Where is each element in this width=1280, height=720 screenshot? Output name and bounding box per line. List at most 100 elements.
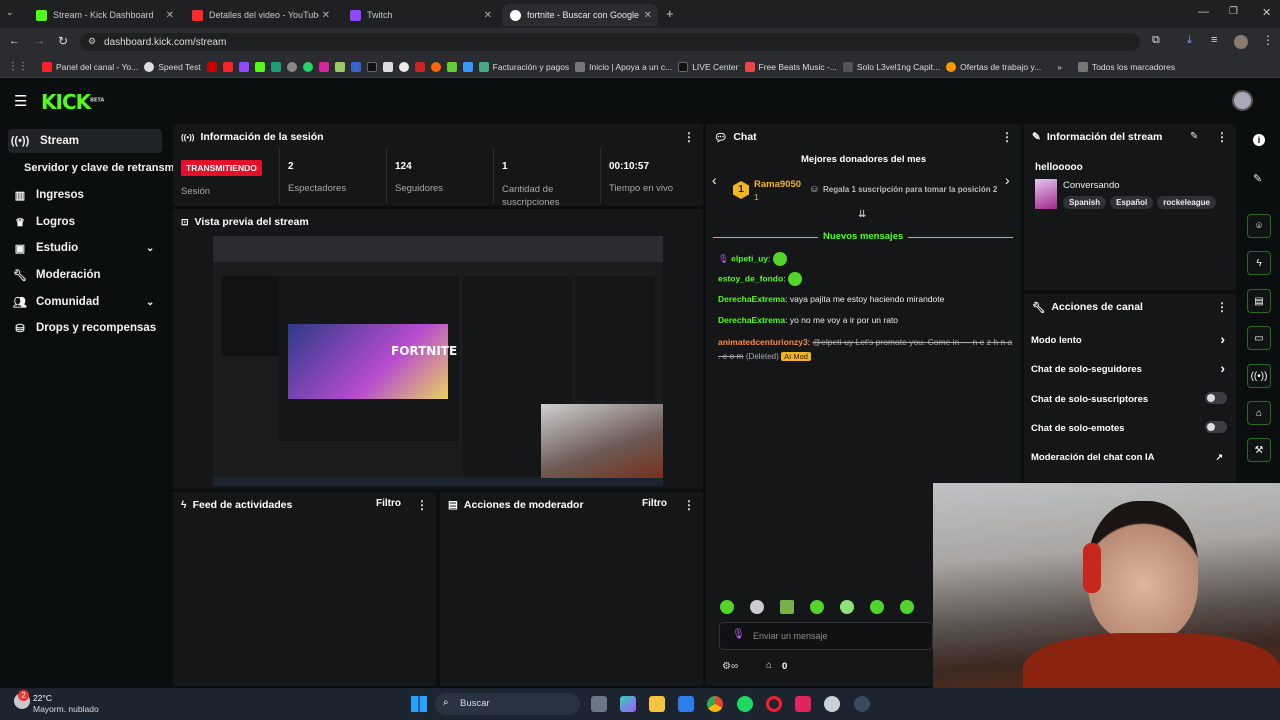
steam-icon[interactable] [824,696,840,712]
more-options-icon[interactable]: ⋮ [683,498,695,512]
notes-button[interactable]: ▤ [1247,289,1271,313]
emote-icon[interactable] [900,600,914,614]
pencil-icon[interactable]: ✎ [1253,172,1262,185]
emotes-only-toggle[interactable] [1205,421,1227,433]
bookmark-item[interactable]: Ofertas de trabajo y... [946,61,1041,72]
close-icon[interactable]: ✕ [644,10,652,21]
app-icon[interactable] [795,696,811,712]
store-icon[interactable] [678,696,694,712]
back-icon[interactable]: ← [9,35,20,47]
tab-search-icon[interactable]: ⌄ [6,7,20,21]
spotify-icon[interactable] [737,696,753,712]
bookmark-icon[interactable] [398,61,409,72]
bookmark-item[interactable]: Free Beats Music -... [744,61,837,72]
more-options-icon[interactable]: ⋮ [1001,130,1013,144]
followers-only-row[interactable]: Chat de solo-seguidores › [1031,360,1227,376]
close-icon[interactable]: ✕ [484,10,492,21]
chevron-down-icon[interactable]: ⌄ [146,297,154,308]
category-name[interactable]: Conversando [1063,180,1120,191]
stream-preview-video[interactable]: FORTNITE [213,236,663,486]
bookmark-icon[interactable] [206,61,217,72]
url-bar[interactable]: ⚙ dashboard.kick.com/stream [80,33,1140,51]
close-window-button[interactable]: ✕ [1262,6,1271,19]
sidebar-item-server-key[interactable]: Servidor y clave de retransm [18,156,178,180]
download-icon[interactable]: ⤓ [1187,34,1192,47]
bookmark-icon[interactable] [350,61,361,72]
more-options-icon[interactable]: ⋮ [416,498,428,512]
whatsapp-icon[interactable] [302,61,313,72]
tag[interactable]: Spanish [1063,196,1107,209]
instagram-icon[interactable] [318,61,329,72]
more-options-icon[interactable]: ⋮ [1216,130,1228,144]
lightning-button[interactable]: ϟ [1247,251,1271,275]
user-avatar[interactable] [1232,90,1253,111]
edit-icon[interactable]: ✎ [1190,131,1198,142]
tab-twitch[interactable]: Twitch ✕ [342,4,498,26]
donor-name[interactable]: Rama9050 [754,179,801,190]
tiktok-icon[interactable] [366,61,377,72]
filter-button[interactable]: Filtro [376,498,401,509]
store-button[interactable]: ⌂ [1247,401,1271,425]
bookmark-item[interactable]: Solo L3vel1ng Capit... [842,61,940,72]
bookmark-icon[interactable] [414,61,425,72]
file-explorer-icon[interactable] [649,696,665,712]
sidebar-item-comunidad[interactable]: 👥︎ Comunidad ⌄ [8,290,162,314]
apps-icon[interactable]: ⋮⋮ [8,61,28,72]
copilot-icon[interactable] [620,696,636,712]
close-icon[interactable]: ✕ [322,10,330,21]
all-bookmarks[interactable]: Todos los marcadores [1077,61,1175,72]
subscribers-only-toggle[interactable] [1205,392,1227,404]
broadcast-button[interactable]: ((•)) [1247,364,1271,388]
bookmark-item[interactable]: Speed Test [144,61,201,72]
twitch-icon[interactable] [238,61,249,72]
youtube-icon[interactable] [222,61,233,72]
media-icon[interactable]: ≡ [1211,34,1217,46]
kick-logo[interactable]: KICKBETA [41,90,104,114]
bookmark-icon[interactable] [446,61,457,72]
bookmark-icon[interactable] [286,61,297,72]
chevron-down-icon[interactable]: ⌄ [146,243,154,254]
sidebar-item-stream[interactable]: ((•)) Stream [8,129,162,153]
bookmark-item[interactable]: Inicio | Apoya a un c... [575,61,672,72]
bookmark-icon[interactable] [334,61,345,72]
sidebar-item-logros[interactable]: ♛ Logros [8,210,162,234]
taskbar-search[interactable]: ⌕ Buscar [435,693,580,715]
close-icon[interactable]: ✕ [166,10,174,21]
info-icon[interactable]: i [1253,134,1265,146]
emote-icon[interactable] [780,600,794,614]
tools-button[interactable]: ⚒ [1247,438,1271,462]
bookmark-icon[interactable] [430,61,441,72]
bookmark-icon[interactable] [462,61,473,72]
tab-kick-dashboard[interactable]: Stream - Kick Dashboard ✕ [28,4,180,26]
bookmark-item[interactable]: Panel del canal - Yo... [42,61,138,72]
store-icon[interactable]: ⌂ [766,660,772,671]
tab-google-search[interactable]: fortnite - Buscar con Google ✕ [502,4,658,26]
task-view-icon[interactable] [591,696,607,712]
maximize-button[interactable]: ❐ [1229,6,1238,17]
tag[interactable]: Español [1110,196,1154,209]
site-info-icon[interactable]: ⚙ [88,36,96,47]
sidebar-item-drops[interactable]: ⛁ Drops y recompensas [8,316,162,340]
bookmark-icon[interactable] [270,61,281,72]
sidebar-item-estudio[interactable]: ▣ Estudio ⌄ [8,236,162,260]
chat-settings-icon[interactable]: ⚙∞ [722,661,738,672]
emote-icon[interactable] [720,600,734,614]
tag[interactable]: rockeleague [1157,196,1216,209]
chevron-left-icon[interactable]: ‹ [712,172,717,188]
bookmark-icon[interactable] [382,61,393,72]
extensions-icon[interactable]: ⧉ [1152,34,1160,47]
new-tab-button[interactable]: + [666,6,674,21]
chat-button[interactable]: ▭ [1247,326,1271,350]
reload-icon[interactable]: ↻ [58,34,68,48]
emote-icon[interactable] [870,600,884,614]
bookmark-item[interactable]: Facturación y pagos [478,61,569,72]
browser-menu-icon[interactable]: ⋮ [1262,33,1274,47]
more-options-icon[interactable]: ⋮ [1216,300,1228,314]
hamburger-menu-icon[interactable]: ☰ [14,92,27,110]
slow-mode-row[interactable]: Modo lento › [1031,331,1227,347]
sidebar-item-ingresos[interactable]: ▥ Ingresos [8,183,162,207]
emote-icon[interactable] [750,600,764,614]
emote-icon[interactable] [840,600,854,614]
tab-youtube-studio[interactable]: Detalles del video - YouTube St ✕ [184,4,336,26]
chevron-right-icon[interactable]: › [1005,172,1010,188]
